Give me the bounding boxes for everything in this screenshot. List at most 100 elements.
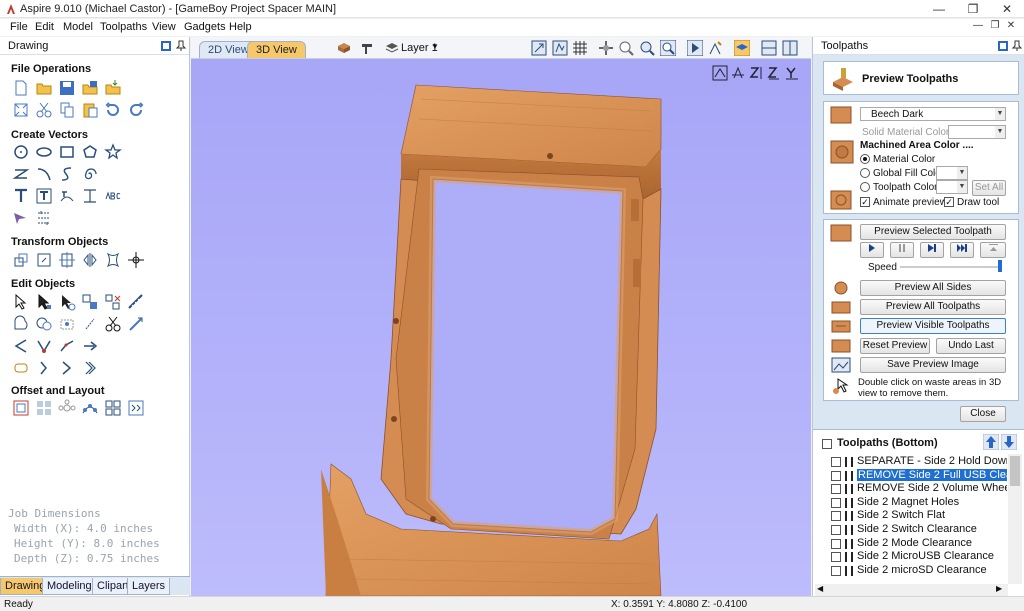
- material-setup-icon[interactable]: [336, 40, 352, 56]
- pause-button[interactable]: [890, 242, 914, 258]
- toolpath-color-select[interactable]: ▼: [936, 180, 968, 194]
- panel-float-icon[interactable]: [160, 40, 172, 52]
- grid-icon[interactable]: [572, 40, 588, 56]
- draw-arc-icon[interactable]: [35, 165, 53, 183]
- toolpath-row[interactable]: Side 2 microSD Clearance: [831, 564, 1007, 578]
- text-box-icon[interactable]: [35, 187, 53, 205]
- offset-vector-icon[interactable]: [12, 359, 30, 377]
- menu-view[interactable]: View: [152, 21, 176, 33]
- mdi-minimize-button[interactable]: —: [971, 20, 985, 34]
- save-icon[interactable]: [58, 79, 76, 97]
- toolpath-row[interactable]: Side 2 MicroUSB Clearance: [831, 550, 1007, 564]
- auto-layout-icon[interactable]: [127, 399, 145, 417]
- tab-3d-view[interactable]: 3D View: [247, 41, 306, 58]
- 3d-view-canvas[interactable]: [191, 59, 811, 596]
- toolpath-visibility-checkbox[interactable]: [831, 552, 841, 563]
- text-arc-icon[interactable]: [81, 187, 99, 205]
- set-size-icon[interactable]: [35, 251, 53, 269]
- import-icon[interactable]: [104, 79, 122, 97]
- preview-selected-toolpath-button[interactable]: Preview Selected Toolpath: [860, 224, 1006, 240]
- material-color-radio[interactable]: [860, 154, 870, 164]
- node-edit-icon[interactable]: [35, 293, 53, 311]
- step-button[interactable]: [920, 242, 944, 258]
- toolpath-visibility-checkbox[interactable]: [831, 525, 841, 535]
- draw-rectangle-icon[interactable]: [58, 143, 76, 161]
- scrollbar-thumb[interactable]: [1010, 456, 1020, 486]
- toolpath-row[interactable]: Side 2 Mode Clearance: [831, 537, 1007, 551]
- material-select[interactable]: Beech Dark ▼: [860, 107, 1006, 121]
- cut-icon[interactable]: [35, 101, 53, 119]
- draw-line-icon[interactable]: [12, 165, 30, 183]
- scroll-right-icon[interactable]: ▶: [996, 584, 1002, 593]
- close-window-button[interactable]: ✕: [990, 0, 1024, 18]
- measure-icon[interactable]: [127, 293, 145, 311]
- open-folder-icon[interactable]: [35, 79, 53, 97]
- interactive-transform-icon[interactable]: [58, 293, 76, 311]
- panel-float-icon[interactable]: [997, 40, 1009, 52]
- animate-preview-checkbox[interactable]: ✓: [860, 197, 870, 207]
- mirror-icon[interactable]: [81, 251, 99, 269]
- zoom-fit-icon[interactable]: [639, 40, 655, 56]
- preview-visible-toolpaths-button[interactable]: Preview Visible Toolpaths: [860, 318, 1006, 334]
- move-up-arrow-icon[interactable]: [983, 434, 999, 450]
- undo-icon[interactable]: [104, 101, 122, 119]
- move-icon[interactable]: [12, 251, 30, 269]
- split-horizontal-icon[interactable]: [761, 40, 777, 56]
- draw-star-icon[interactable]: [104, 143, 122, 161]
- move-down-arrow-icon[interactable]: [1001, 434, 1017, 450]
- save-preview-image-button[interactable]: Save Preview Image: [860, 357, 1006, 373]
- select-icon[interactable]: [12, 293, 30, 311]
- text-on-curve-icon[interactable]: [58, 187, 76, 205]
- toolpath-visibility-checkbox[interactable]: [831, 538, 841, 549]
- offset-icon[interactable]: [12, 399, 30, 417]
- mdi-close-button[interactable]: ✕: [1004, 20, 1018, 34]
- toolpath-row[interactable]: Side 2 Switch Flat: [831, 509, 1007, 523]
- play-animation-icon[interactable]: [687, 40, 703, 56]
- weld-icon[interactable]: [12, 315, 30, 333]
- toolpath-visibility-checkbox[interactable]: [831, 484, 841, 495]
- toolpath-row[interactable]: REMOVE Side 2 Full USB Clearan: [831, 468, 1007, 483]
- scroll-left-icon[interactable]: ◀: [817, 584, 823, 593]
- subtract-icon[interactable]: [35, 315, 53, 333]
- array-copy-icon[interactable]: [58, 399, 76, 417]
- fast-forward-button[interactable]: [950, 242, 974, 258]
- split-vertical-icon[interactable]: [782, 40, 798, 56]
- bezier-curve-icon[interactable]: [35, 359, 53, 377]
- menu-gadgets[interactable]: Gadgets: [184, 21, 226, 33]
- curve-fit-icon[interactable]: [58, 337, 76, 355]
- play-button[interactable]: [860, 242, 884, 258]
- menu-model[interactable]: Model: [63, 21, 93, 33]
- toolpath-list-scrollbar[interactable]: [1008, 454, 1022, 584]
- close-vector-icon[interactable]: [12, 337, 30, 355]
- block-copy-icon[interactable]: [104, 399, 122, 417]
- toolpath-visibility-checkbox[interactable]: [831, 497, 841, 508]
- toolpath-visibility-checkbox[interactable]: [831, 511, 841, 522]
- draw-tool-checkbox[interactable]: ✓: [944, 197, 954, 207]
- draw-ellipse-icon[interactable]: [35, 143, 53, 161]
- fit-view-icon[interactable]: [12, 101, 30, 119]
- show-material-icon[interactable]: [734, 40, 750, 56]
- new-file-icon[interactable]: [12, 79, 30, 97]
- join-vectors-icon[interactable]: [35, 337, 53, 355]
- solid-material-color-select[interactable]: ▼: [948, 125, 1006, 139]
- menu-help[interactable]: Help: [229, 21, 252, 33]
- distort-icon[interactable]: [104, 251, 122, 269]
- paste-icon[interactable]: [81, 101, 99, 119]
- menu-edit[interactable]: Edit: [35, 21, 54, 33]
- intersect-icon[interactable]: [58, 315, 76, 333]
- draw-curve-icon[interactable]: [58, 165, 76, 183]
- toolpath-visibility-checkbox[interactable]: [831, 565, 841, 576]
- tab-layers[interactable]: Layers: [127, 578, 171, 595]
- copy-icon[interactable]: [58, 101, 76, 119]
- menu-toolpaths[interactable]: Toolpaths: [100, 21, 147, 33]
- extend-icon[interactable]: [127, 315, 145, 333]
- toolpath-row[interactable]: Side 2 Magnet Holes: [831, 496, 1007, 510]
- layer-icon[interactable]: [384, 40, 400, 56]
- tab-modeling[interactable]: Modeling: [42, 578, 97, 595]
- set-all-button[interactable]: Set All: [972, 180, 1006, 196]
- zoom-icon[interactable]: [618, 40, 634, 56]
- toolpath-row[interactable]: Side 2 Switch Clearance: [831, 523, 1007, 537]
- align-icon[interactable]: [58, 251, 76, 269]
- toolpath-row[interactable]: SEPARATE - Side 2 Hold Down H: [831, 455, 1007, 469]
- preview-all-toolpaths-button[interactable]: Preview All Toolpaths: [860, 299, 1006, 315]
